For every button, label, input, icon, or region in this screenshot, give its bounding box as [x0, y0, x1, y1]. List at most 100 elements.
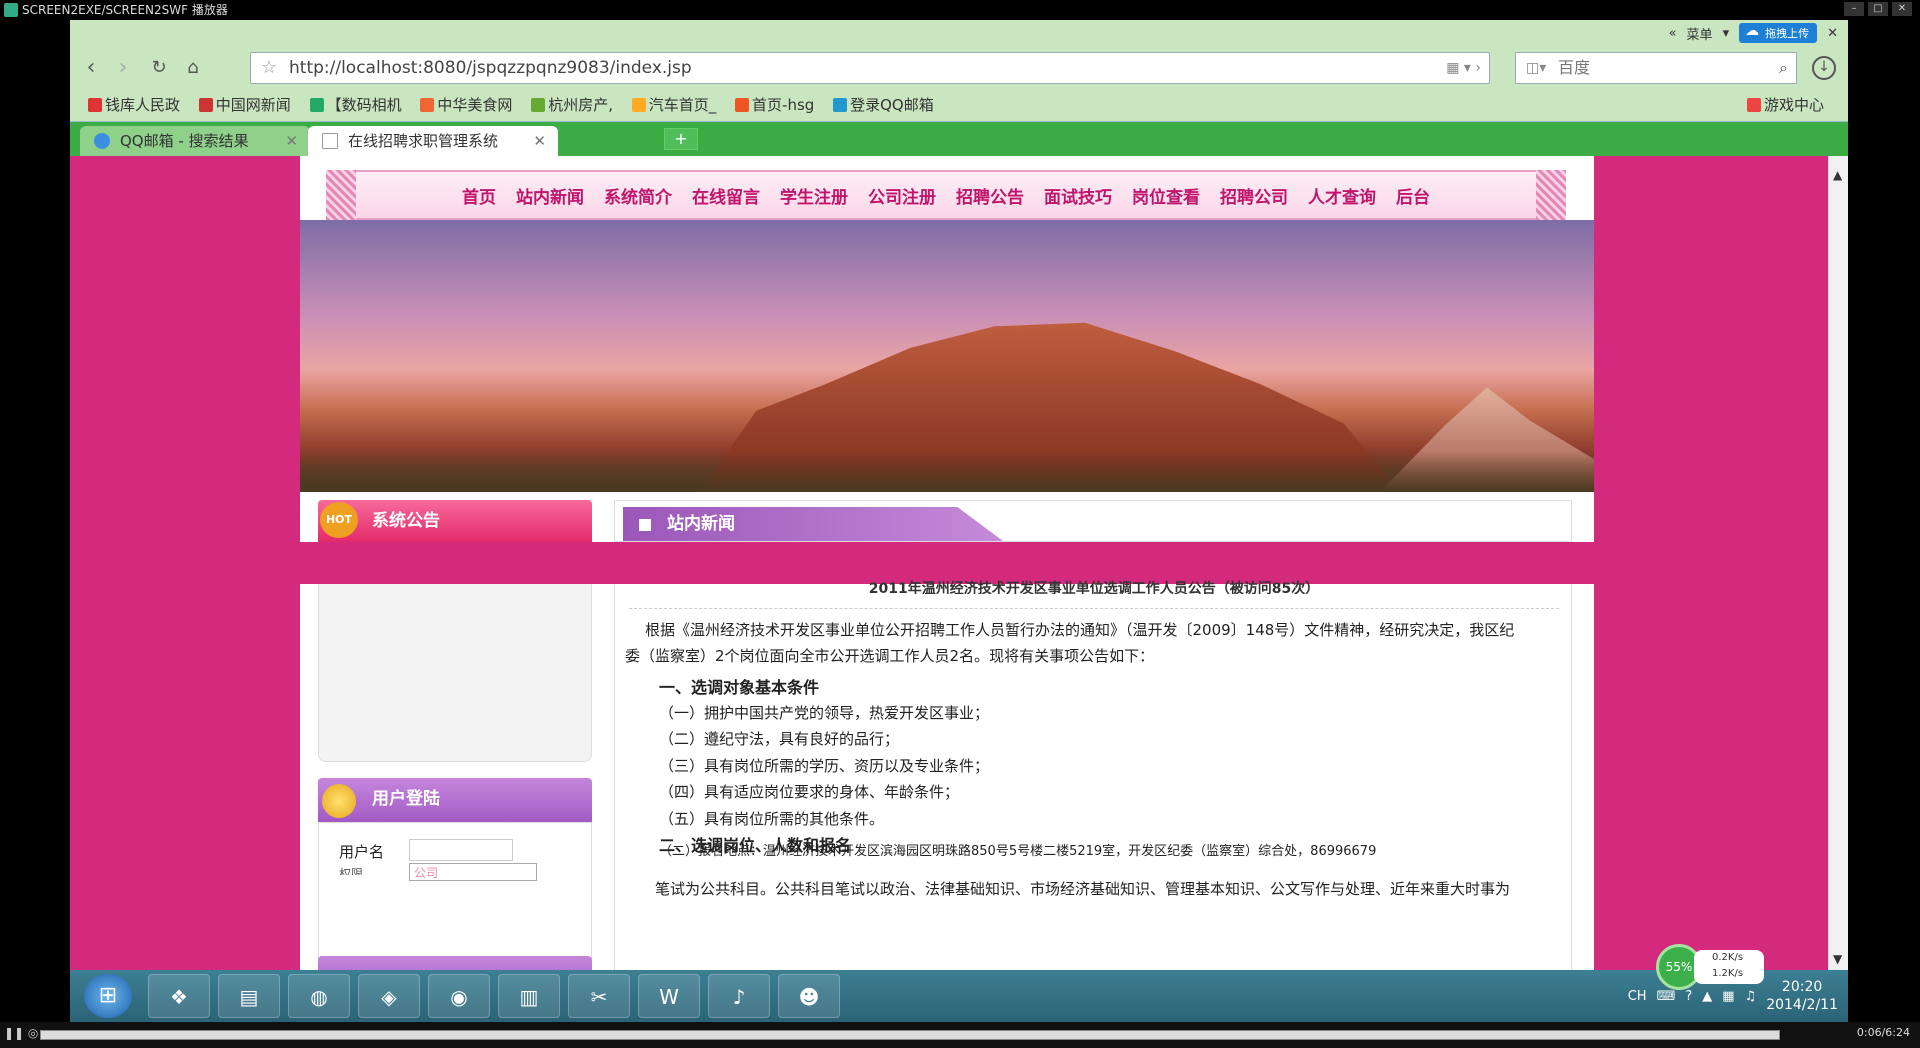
menu-interview-tips[interactable]: 面试技巧: [1044, 183, 1112, 208]
tools-icon[interactable]: ✂: [568, 974, 630, 1018]
browser-icon[interactable]: ◍: [288, 974, 350, 1018]
player-control-bar: ❚❚ ◎ 0:06/6:24: [0, 1022, 1920, 1048]
maximize-button[interactable]: □: [1868, 2, 1888, 16]
download-icon[interactable]: ↓: [1812, 56, 1836, 80]
volume-icon[interactable]: ♫: [1745, 989, 1757, 1004]
article-paragraph: 委（监察室）2个岗位面向全市公开选调工作人员2名。现将有关事项公告如下：: [625, 647, 1155, 665]
qr-icon[interactable]: ▦ ▾ ›: [1446, 53, 1481, 83]
page-tab-icon: [322, 133, 338, 149]
menu-talent-search[interactable]: 人才查询: [1308, 183, 1376, 208]
tab-qq-mail[interactable]: QQ邮箱 - 搜索结果 ✕: [80, 126, 310, 156]
progress-bar[interactable]: [40, 1030, 1780, 1040]
search-input[interactable]: ◫▾ 百度 ⌕: [1515, 52, 1797, 84]
username-label: 用户名: [339, 843, 385, 861]
menu-recruit-notice[interactable]: 招聘公告: [956, 183, 1024, 208]
start-button[interactable]: ⊞: [84, 974, 132, 1018]
game-center-link[interactable]: 游戏中心: [1746, 88, 1824, 122]
home-icon[interactable]: ⌂: [180, 55, 206, 81]
taskbar-app-icon[interactable]: ◈: [358, 974, 420, 1018]
article-list-item: （二）遵纪守法，具有良好的品行；: [659, 730, 900, 748]
tab-close-icon[interactable]: ✕: [285, 126, 298, 156]
bookmark-item[interactable]: 钱库人民政: [88, 96, 180, 114]
lang-indicator[interactable]: CH: [1628, 989, 1647, 1004]
back-icon[interactable]: ‹: [78, 55, 104, 81]
menu-position-view[interactable]: 岗位查看: [1132, 183, 1200, 208]
tab-strip: QQ邮箱 - 搜索结果 ✕ 在线招聘求职管理系统 ✕: [70, 122, 1848, 156]
qq-icon[interactable]: ☻: [778, 974, 840, 1018]
bookmark-item[interactable]: 杭州房产,: [531, 96, 613, 114]
login-panel-body: 用户名 权限 公司: [318, 822, 592, 970]
taskbar-app-icon[interactable]: ◉: [428, 974, 490, 1018]
clock[interactable]: 20:20 2014/2/11: [1766, 978, 1838, 1014]
qq-mail-tab-icon: [94, 133, 110, 149]
browser-title-bar: « 菜单 ▾ 拖拽上传 ✕: [70, 20, 1848, 46]
word-icon[interactable]: W: [638, 974, 700, 1018]
tab-recruitment-system[interactable]: 在线招聘求职管理系统 ✕: [308, 126, 558, 156]
username-input[interactable]: [409, 839, 513, 861]
keyboard-icon[interactable]: ⌨: [1657, 989, 1676, 1004]
tab-close-icon[interactable]: ✕: [533, 126, 546, 156]
login-title: 用户登陆: [372, 789, 440, 809]
bookmark-item[interactable]: 中国网新闻: [198, 96, 291, 114]
medal-icon: [322, 784, 356, 818]
menu-student-register[interactable]: 学生注册: [780, 183, 848, 208]
menu-company-register[interactable]: 公司注册: [868, 183, 936, 208]
menu-button[interactable]: 菜单: [1687, 24, 1713, 43]
bookmark-item[interactable]: 首页-hsg: [735, 96, 814, 114]
star-icon[interactable]: ☆: [261, 53, 277, 83]
article-section-heading: 一、选调对象基本条件: [659, 678, 820, 697]
music-icon[interactable]: ♪: [708, 974, 770, 1018]
menu-admin[interactable]: 后台: [1396, 183, 1430, 208]
menu-system-intro[interactable]: 系统简介: [604, 183, 672, 208]
taskbar-app-icon[interactable]: ▥: [498, 974, 560, 1018]
site-menu: 首页 站内新闻 系统简介 在线留言 学生注册 公司注册 招聘公告 面试技巧 岗位…: [326, 170, 1566, 220]
address-text: http://localhost:8080/jspqzzpqnz9083/ind…: [289, 58, 692, 78]
net-up-rate: 0.2K/s: [1712, 952, 1744, 963]
square-icon: [639, 519, 651, 531]
menu-recruit-company[interactable]: 招聘公司: [1220, 183, 1288, 208]
browser-window: « 菜单 ▾ 拖拽上传 ✕ ‹ › ↻ ⌂ ☆ http://localhost…: [70, 20, 1848, 970]
tab-label: 在线招聘求职管理系统: [348, 132, 499, 150]
close-button[interactable]: ✕: [1892, 2, 1912, 16]
scroll-down-icon[interactable]: ▼: [1833, 952, 1842, 966]
menu-ornament-left: [326, 170, 356, 220]
new-tab-button[interactable]: +: [664, 128, 698, 150]
chevron-down-icon[interactable]: ▾: [1723, 26, 1730, 41]
menu-home[interactable]: 首页: [462, 183, 496, 208]
article-list-item: （二）报名地点：温州经济技术开发区滨海园区明珠路850号5号楼二楼5219室，开…: [659, 844, 1377, 859]
system-tray: CH ⌨ ? ▲ ▦ ♫ 20:20 2014/2/11: [1628, 974, 1838, 1018]
address-bar[interactable]: ☆ http://localhost:8080/jspqzzpqnz9083/i…: [250, 52, 1490, 84]
left-column: 用户登陆 用户名 权限 公司: [318, 584, 592, 970]
forward-icon[interactable]: ›: [110, 55, 136, 81]
article-divider: [629, 608, 1559, 609]
search-engine-icon[interactable]: ◫▾: [1526, 53, 1546, 83]
news-panel-header: 站内新闻: [614, 500, 1572, 542]
upload-button[interactable]: 拖拽上传: [1739, 23, 1818, 43]
chevron-left-icon[interactable]: «: [1669, 26, 1677, 41]
role-select[interactable]: 公司: [409, 863, 537, 881]
menu-online-message[interactable]: 在线留言: [692, 183, 760, 208]
minimize-button[interactable]: –: [1844, 2, 1864, 16]
close-icon[interactable]: ✕: [1827, 26, 1838, 41]
refresh-icon[interactable]: ↻: [146, 55, 172, 81]
tray-expand-icon[interactable]: ▲: [1702, 989, 1712, 1004]
banner-ground: [300, 452, 1594, 492]
taskbar-app-icon[interactable]: ❖: [148, 974, 210, 1018]
page-scrollbar[interactable]: ▲ ▼: [1828, 156, 1848, 970]
search-icon[interactable]: ⌕: [1779, 53, 1788, 83]
help-icon[interactable]: ?: [1685, 989, 1692, 1004]
notice-title: 系统公告: [372, 511, 440, 531]
site-banner: [300, 220, 1594, 492]
network-icon[interactable]: ▦: [1722, 989, 1734, 1004]
bookmark-item[interactable]: 登录QQ邮箱: [833, 96, 934, 114]
pause-icon[interactable]: ❚❚ ◎: [4, 1026, 38, 1040]
scroll-up-icon[interactable]: ▲: [1833, 168, 1842, 182]
tab-label: QQ邮箱 - 搜索结果: [120, 132, 249, 150]
menu-site-news[interactable]: 站内新闻: [516, 183, 584, 208]
folder-icon[interactable]: ▤: [218, 974, 280, 1018]
bookmark-item[interactable]: 汽车首页_: [631, 96, 716, 114]
news-tab[interactable]: 站内新闻: [623, 507, 1003, 541]
bookmark-item[interactable]: 【数码相机: [309, 96, 402, 114]
login-panel-header: 用户登陆: [318, 778, 592, 822]
bookmark-item[interactable]: 中华美食网: [420, 96, 512, 114]
